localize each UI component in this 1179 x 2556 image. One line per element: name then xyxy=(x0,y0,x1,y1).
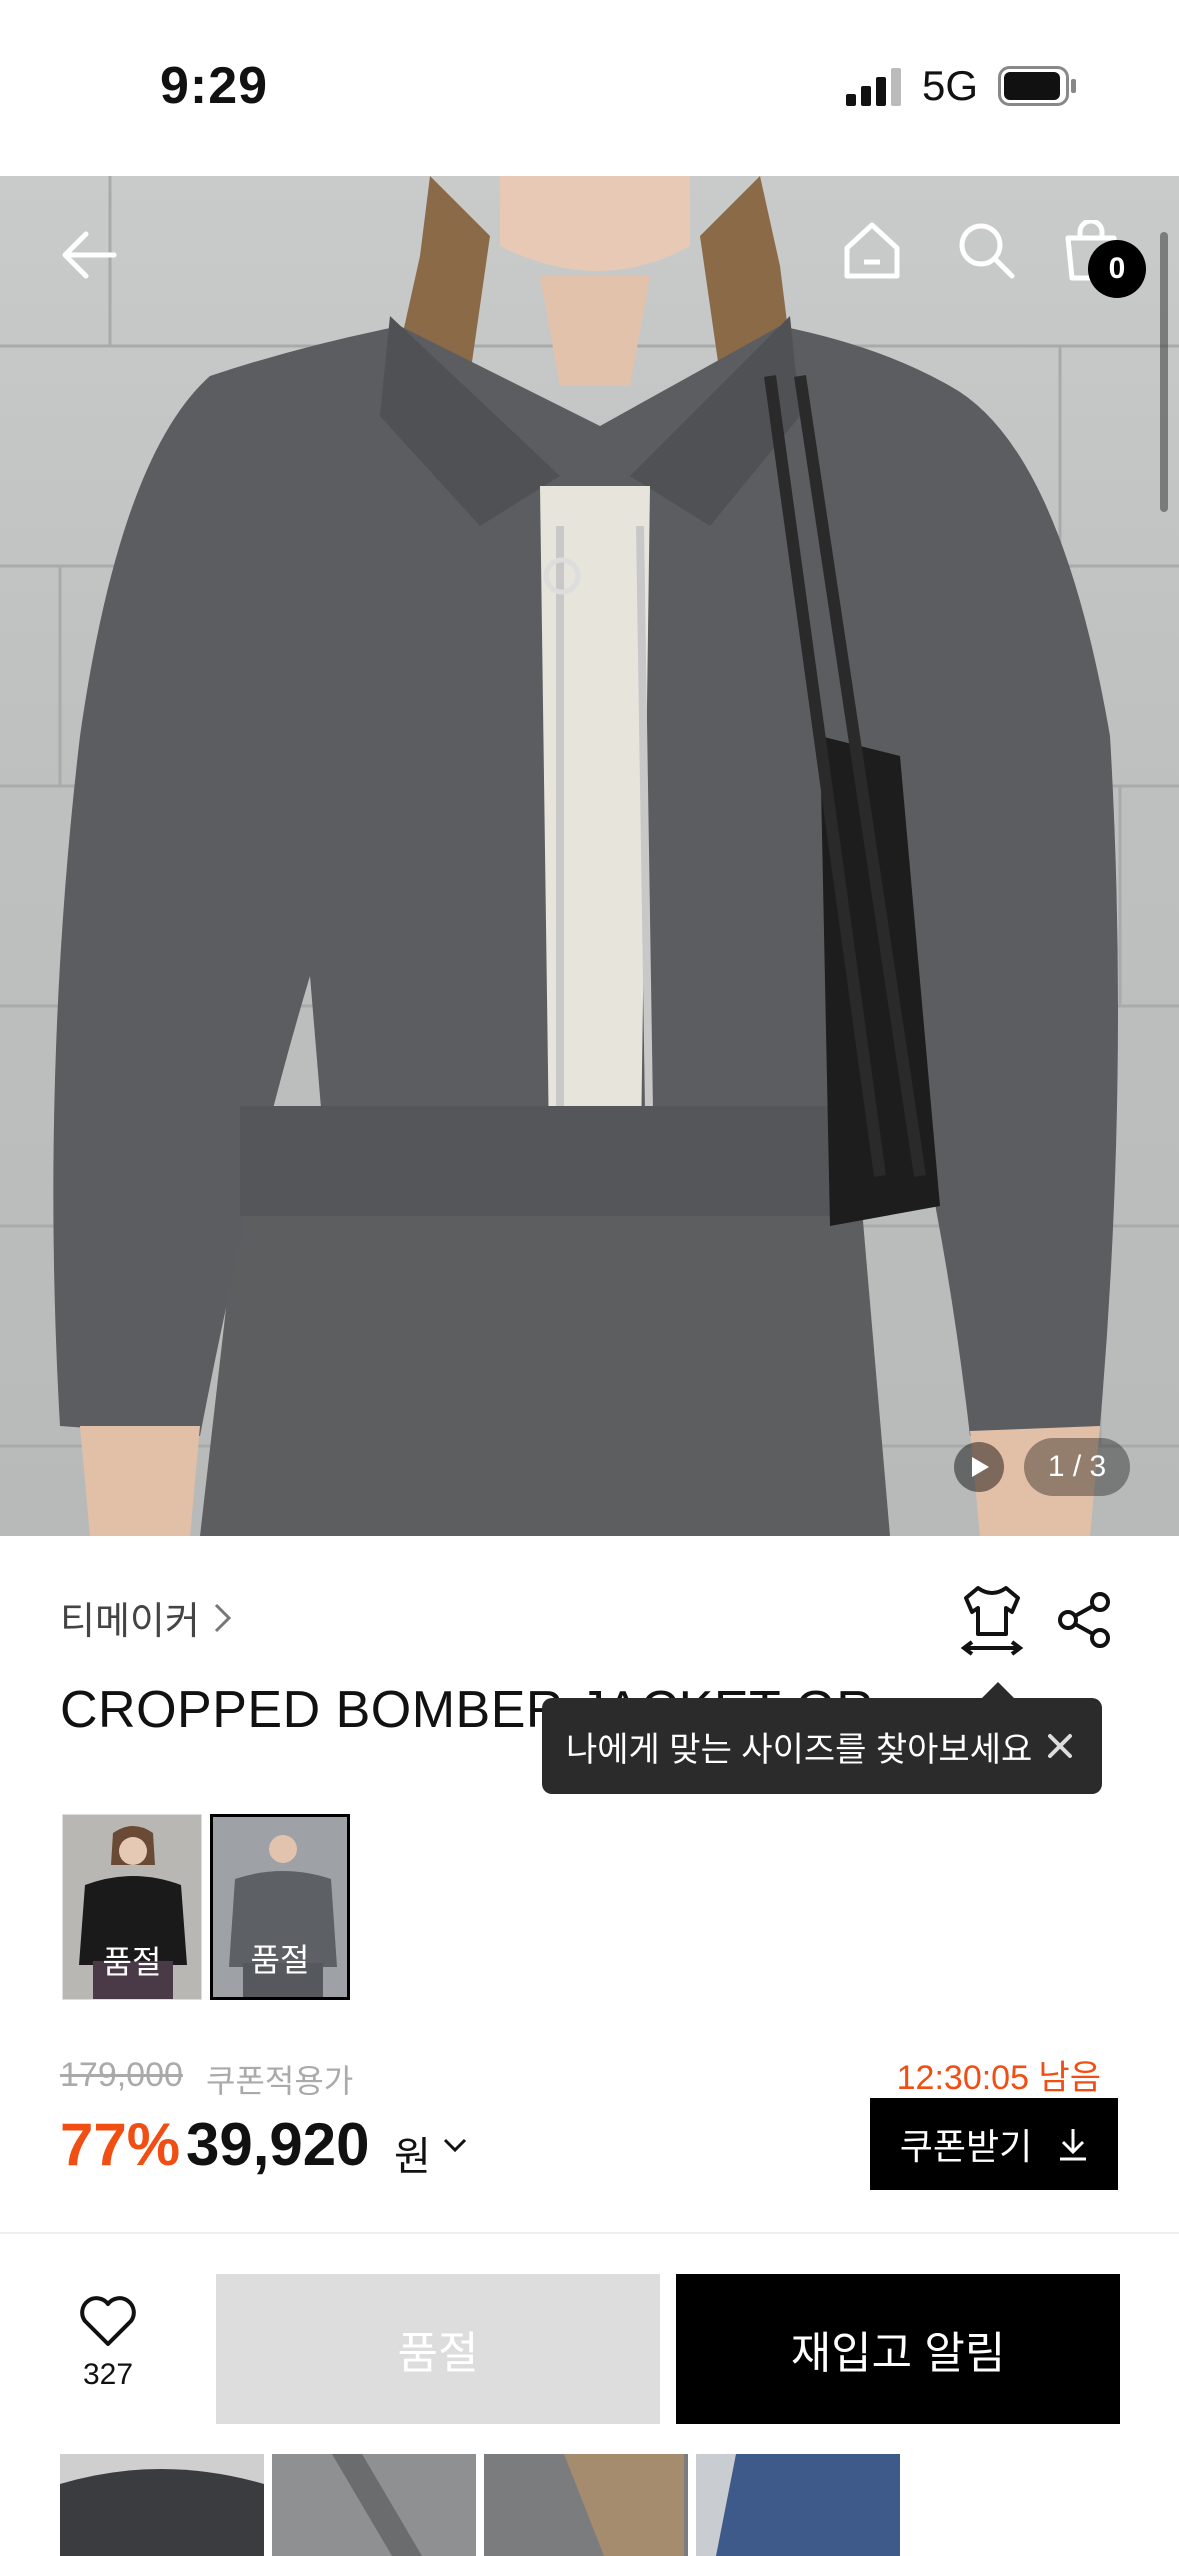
heart-icon xyxy=(80,2296,136,2346)
network-label: 5G xyxy=(922,62,979,109)
coupon-timer: 12:30:05 남음 xyxy=(896,2059,1101,2097)
detail-image[interactable] xyxy=(272,2454,476,2556)
detail-image-4 xyxy=(696,2454,900,2556)
tooltip-text: 나에게 맞는 사이즈를 찾아보세요 xyxy=(566,1730,1033,1769)
signal-icon xyxy=(846,68,901,106)
brand-name: 티메이커 xyxy=(60,1601,200,1643)
cart-count-badge: 0 xyxy=(1088,240,1146,298)
detail-image-2 xyxy=(272,2454,476,2556)
restock-alert-button[interactable]: 재입고 알림 xyxy=(676,2274,1120,2424)
coupon-download-button[interactable]: 쿠폰받기 xyxy=(870,2098,1118,2190)
home-icon[interactable] xyxy=(842,220,902,280)
size-tooltip: 나에게 맞는 사이즈를 찾아보세요 xyxy=(542,1682,1102,1794)
detail-image[interactable] xyxy=(696,2454,900,2556)
chevron-right-icon xyxy=(214,1603,231,1632)
like-count: 327 xyxy=(82,2358,134,2391)
size-guide-icon[interactable] xyxy=(958,1584,1026,1656)
download-icon xyxy=(1060,2129,1087,2161)
product-photo xyxy=(0,176,1179,1536)
sold-out-label: 품절 xyxy=(102,1944,162,1980)
like-button[interactable]: 327 xyxy=(50,2296,166,2416)
play-icon xyxy=(972,1457,989,1477)
close-icon[interactable] xyxy=(1040,1726,1080,1766)
color-option-gray[interactable]: 품절 xyxy=(210,1814,350,2000)
back-arrow-icon[interactable] xyxy=(60,226,118,284)
brand-link[interactable]: 티메이커 xyxy=(60,1590,234,1645)
chevron-down-icon[interactable] xyxy=(440,2130,470,2160)
status-bar: 9:29 5G xyxy=(0,0,1179,176)
detail-image[interactable] xyxy=(60,2454,264,2556)
scrollbar[interactable] xyxy=(1160,232,1168,512)
sale-price: 39,920 xyxy=(186,2111,370,2178)
video-play-button[interactable] xyxy=(954,1442,1004,1492)
sold-out-button: 품절 xyxy=(216,2274,660,2424)
detail-image-1 xyxy=(60,2454,264,2556)
coupon-button-label: 쿠폰받기 xyxy=(899,2126,1033,2167)
sold-out-label: 품절 xyxy=(250,1942,310,1978)
discount-rate: 77% xyxy=(60,2111,181,2178)
status-time: 9:29 xyxy=(160,57,269,115)
color-option-black[interactable]: 품절 xyxy=(62,1814,202,2000)
detail-image[interactable] xyxy=(484,2454,688,2556)
battery-icon xyxy=(998,66,1076,106)
detail-image-3 xyxy=(484,2454,688,2556)
image-counter: 1 / 3 xyxy=(1024,1438,1130,1496)
search-icon[interactable] xyxy=(956,220,1016,280)
coupon-price-label: 쿠폰적용가 xyxy=(206,2063,354,2099)
divider xyxy=(0,2232,1179,2234)
product-image[interactable]: 1 / 3 xyxy=(0,176,1179,1536)
original-price: 179,000 xyxy=(60,2056,183,2094)
share-icon[interactable] xyxy=(1056,1592,1112,1648)
currency-label: 원 xyxy=(394,2135,431,2179)
